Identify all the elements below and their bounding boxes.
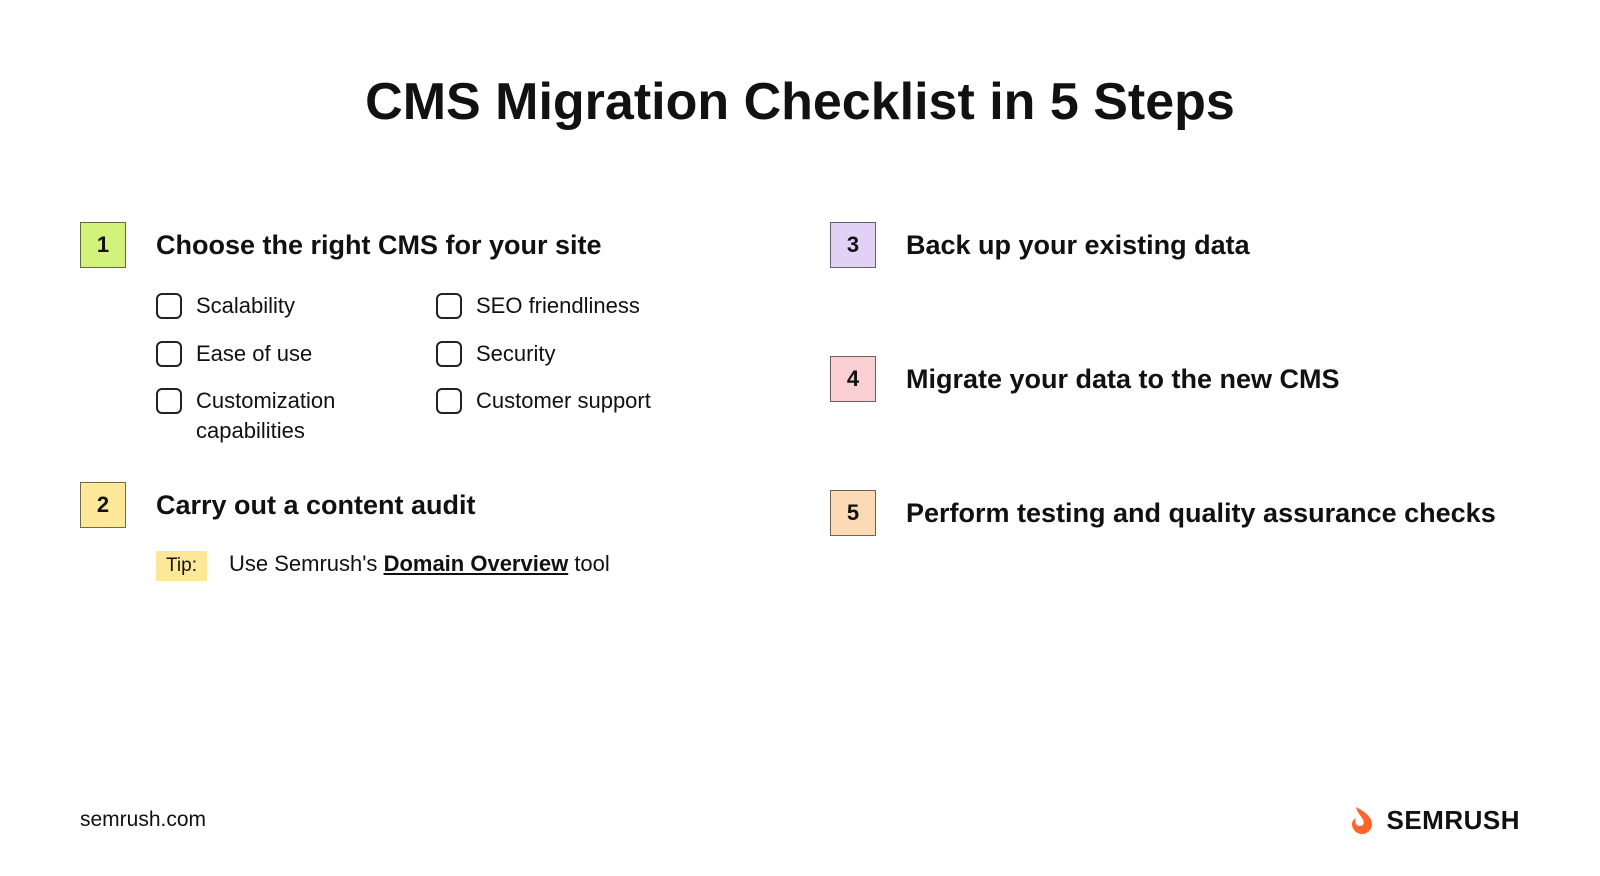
right-column: 3 Back up your existing data 4 Migrate y… <box>830 222 1520 581</box>
checklist-col-right: SEO friendliness Security Customer suppo… <box>436 291 666 446</box>
check-label: Customer support <box>476 386 651 416</box>
checklist-col-left: Scalability Ease of use Customization ca… <box>156 291 386 446</box>
step-2-tip: Tip: Use Semrush's Domain Overview tool <box>156 551 770 581</box>
content-columns: 1 Choose the right CMS for your site Sca… <box>0 132 1600 581</box>
check-label: SEO friendliness <box>476 291 640 321</box>
step-3: 3 Back up your existing data <box>830 222 1520 268</box>
semrush-logo: SEMRUSH <box>1346 804 1520 836</box>
check-label: Ease of use <box>196 339 312 369</box>
logo-text: SEMRUSH <box>1386 805 1520 836</box>
checkbox-icon[interactable] <box>436 293 462 319</box>
check-scalability: Scalability <box>156 291 386 321</box>
fire-icon <box>1346 804 1378 836</box>
tip-text: Use Semrush's Domain Overview tool <box>229 551 610 577</box>
tip-badge: Tip: <box>156 551 207 581</box>
checkbox-icon[interactable] <box>436 388 462 414</box>
check-support: Customer support <box>436 386 666 416</box>
tip-prefix: Use Semrush's <box>229 551 384 576</box>
tip-suffix: tool <box>568 551 610 576</box>
check-seo: SEO friendliness <box>436 291 666 321</box>
check-label: Security <box>476 339 555 369</box>
step-2-title: Carry out a content audit <box>156 488 770 523</box>
step-5-body: Perform testing and quality assurance ch… <box>906 490 1520 531</box>
step-4-body: Migrate your data to the new CMS <box>906 356 1520 397</box>
footer-url: semrush.com <box>80 808 206 832</box>
checkbox-icon[interactable] <box>156 388 182 414</box>
step-5-number-badge: 5 <box>830 490 876 536</box>
step-3-title: Back up your existing data <box>906 228 1520 263</box>
step-2: 2 Carry out a content audit Tip: Use Sem… <box>80 482 770 581</box>
check-label: Scalability <box>196 291 295 321</box>
checkbox-icon[interactable] <box>156 293 182 319</box>
step-5: 5 Perform testing and quality assurance … <box>830 490 1520 536</box>
step-1-body: Choose the right CMS for your site Scala… <box>156 222 770 446</box>
step-3-number-badge: 3 <box>830 222 876 268</box>
step-5-title: Perform testing and quality assurance ch… <box>906 496 1520 531</box>
step-1-checklist: Scalability Ease of use Customization ca… <box>156 291 770 446</box>
checkbox-icon[interactable] <box>156 341 182 367</box>
step-2-body: Carry out a content audit Tip: Use Semru… <box>156 482 770 581</box>
step-4: 4 Migrate your data to the new CMS <box>830 356 1520 402</box>
step-2-number-badge: 2 <box>80 482 126 528</box>
check-ease-of-use: Ease of use <box>156 339 386 369</box>
left-column: 1 Choose the right CMS for your site Sca… <box>80 222 770 581</box>
check-security: Security <box>436 339 666 369</box>
step-4-title: Migrate your data to the new CMS <box>906 362 1520 397</box>
tip-link-domain-overview[interactable]: Domain Overview <box>384 551 569 576</box>
step-1-title: Choose the right CMS for your site <box>156 228 770 263</box>
footer: semrush.com SEMRUSH <box>80 804 1520 836</box>
check-customization: Customization capabilities <box>156 386 386 445</box>
checkbox-icon[interactable] <box>436 341 462 367</box>
step-3-body: Back up your existing data <box>906 222 1520 263</box>
step-4-number-badge: 4 <box>830 356 876 402</box>
check-label: Customization capabilities <box>196 386 386 445</box>
step-1: 1 Choose the right CMS for your site Sca… <box>80 222 770 446</box>
step-1-number-badge: 1 <box>80 222 126 268</box>
page-title: CMS Migration Checklist in 5 Steps <box>0 0 1600 132</box>
